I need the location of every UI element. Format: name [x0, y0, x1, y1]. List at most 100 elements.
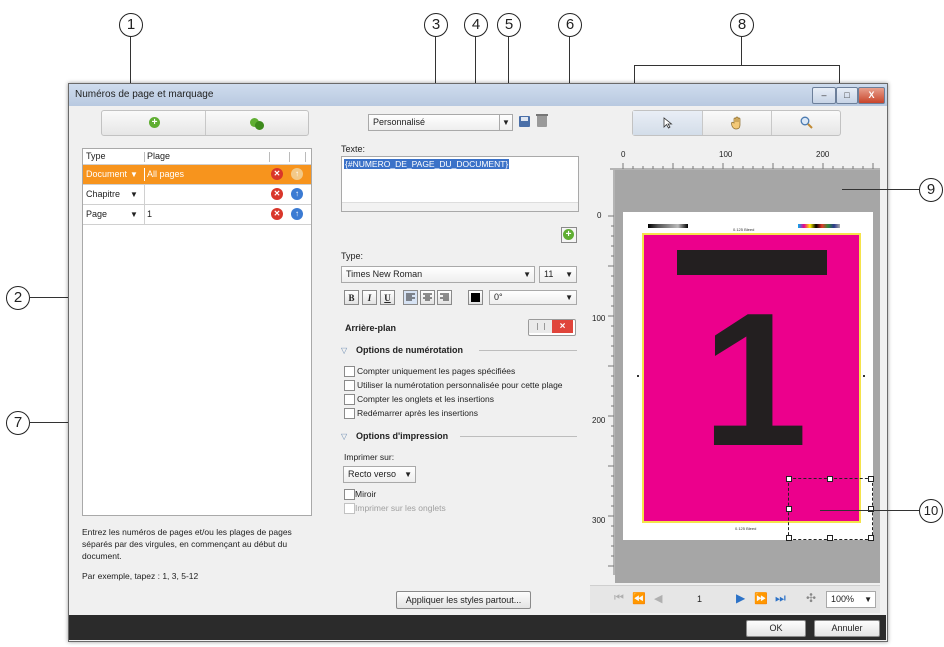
- callout-7: 7: [6, 411, 30, 435]
- callout-3: 3: [424, 13, 448, 37]
- italic-button[interactable]: I: [362, 290, 377, 305]
- dialog-footer: OK Annuler: [69, 615, 886, 640]
- horizontal-scrollbar[interactable]: [342, 202, 578, 211]
- resize-handle[interactable]: [868, 535, 874, 541]
- collapse-icon[interactable]: ▽: [341, 432, 347, 441]
- previous-page-icon: ◀: [654, 593, 663, 605]
- leader-line: [741, 37, 742, 65]
- fit-icon[interactable]: ✣: [806, 591, 816, 605]
- help-text: document.: [82, 551, 122, 561]
- table-row[interactable]: Document ▼ All pages ✕ ↑: [83, 164, 311, 184]
- text-field[interactable]: {#NUMERO_DE_PAGE_DU_DOCUMENT}: [341, 156, 579, 212]
- horizontal-ruler: [610, 163, 880, 170]
- maximize-button[interactable]: □: [836, 87, 858, 104]
- crop-mark-label: 0.125 Bleed: [735, 526, 757, 531]
- resize-handle[interactable]: [786, 476, 792, 482]
- font-size-select[interactable]: 11 ▼: [539, 266, 577, 283]
- cancel-button[interactable]: Annuler: [814, 620, 880, 637]
- chevron-down-icon[interactable]: ▼: [499, 115, 512, 130]
- current-page[interactable]: 1: [697, 594, 702, 604]
- save-icon[interactable]: [519, 116, 530, 127]
- count-tabs-checkbox[interactable]: [344, 394, 355, 405]
- mirror-checkbox[interactable]: [344, 489, 355, 500]
- close-icon: ×: [552, 320, 573, 333]
- chevron-down-icon[interactable]: ▼: [130, 165, 138, 184]
- zoom-tool-button[interactable]: [772, 111, 840, 135]
- background-toggle[interactable]: ×: [528, 319, 576, 336]
- row-type[interactable]: Document: [86, 165, 127, 184]
- chevron-down-icon[interactable]: ▼: [404, 467, 412, 482]
- checkbox-label: Compter uniquement les pages spécifiées: [357, 366, 516, 376]
- resize-handle[interactable]: [868, 476, 874, 482]
- collapse-icon[interactable]: ▽: [341, 346, 347, 355]
- zoom-select[interactable]: 100% ▼: [826, 591, 876, 608]
- color-bar: [648, 224, 688, 228]
- add-range-button[interactable]: +: [102, 111, 206, 135]
- align-left-button[interactable]: [403, 290, 418, 305]
- apply-styles-button[interactable]: Appliquer les styles partout...: [396, 591, 531, 609]
- trash-icon[interactable]: [536, 114, 548, 127]
- chevron-down-icon[interactable]: ▼: [130, 205, 138, 224]
- column-header-type: Type: [86, 151, 106, 161]
- bold-button[interactable]: B: [344, 290, 359, 305]
- delete-icon[interactable]: ✕: [271, 168, 283, 180]
- preset-select[interactable]: Personnalisé ▼: [368, 114, 513, 131]
- row-range[interactable]: 1: [147, 205, 152, 224]
- chevron-down-icon[interactable]: ▼: [523, 267, 531, 282]
- font-family-select[interactable]: Times New Roman ▼: [341, 266, 535, 283]
- align-right-button[interactable]: [437, 290, 452, 305]
- align-center-button[interactable]: [420, 290, 435, 305]
- chevron-down-icon[interactable]: ▼: [130, 185, 138, 204]
- chevron-down-icon[interactable]: ▼: [565, 267, 573, 282]
- divider: [479, 350, 577, 351]
- row-type[interactable]: Chapitre: [86, 185, 120, 204]
- divider: [460, 436, 577, 437]
- leader-line: [634, 65, 839, 66]
- duplicate-range-button[interactable]: [206, 111, 308, 135]
- underline-button[interactable]: U: [380, 290, 395, 305]
- arrow-up-icon[interactable]: ↑: [291, 188, 303, 200]
- chevron-down-icon[interactable]: ▼: [565, 291, 573, 304]
- delete-icon[interactable]: ✕: [271, 208, 283, 220]
- custom-numbering-checkbox[interactable]: [344, 380, 355, 391]
- sheet: 0.125 Bleed 1 0.125 Bleed: [623, 212, 874, 541]
- chevron-down-icon[interactable]: ▼: [864, 592, 872, 607]
- resize-handle[interactable]: [827, 535, 833, 541]
- font-type-label: Type:: [341, 251, 364, 261]
- table-row[interactable]: Chapitre ▼ ✕ ↑: [83, 184, 311, 204]
- close-button[interactable]: X: [858, 87, 885, 104]
- count-specified-pages-checkbox[interactable]: [344, 366, 355, 377]
- pan-tool-button[interactable]: [703, 111, 772, 135]
- print-on-select[interactable]: Recto verso ▼: [343, 466, 416, 483]
- add-icon: +: [563, 229, 574, 240]
- callout-9: 9: [919, 178, 943, 202]
- row-type[interactable]: Page: [86, 205, 107, 224]
- leader-line: [820, 510, 919, 511]
- ruler-label: 200: [592, 416, 606, 425]
- table-row[interactable]: Page ▼ 1 ✕ ↑: [83, 204, 311, 225]
- color-picker[interactable]: [468, 290, 483, 305]
- rotation-select[interactable]: 0° ▼: [489, 290, 577, 305]
- ruler-label: 0: [621, 150, 626, 159]
- resize-handle[interactable]: [868, 506, 874, 512]
- ruler-label: 300: [592, 516, 606, 525]
- checkbox-label: Redémarrer après les insertions: [357, 408, 478, 418]
- resize-handle[interactable]: [786, 535, 792, 541]
- last-page-icon[interactable]: ⏭: [775, 591, 786, 606]
- checkbox-label: Imprimer sur les onglets: [355, 503, 446, 513]
- print-options-title: Options d'impression: [356, 431, 449, 441]
- minimize-button[interactable]: –: [812, 87, 836, 104]
- ok-button[interactable]: OK: [746, 620, 806, 637]
- row-range[interactable]: All pages: [147, 165, 184, 184]
- resize-handle[interactable]: [827, 476, 833, 482]
- page-number-frame[interactable]: [786, 476, 874, 541]
- help-example: Par exemple, tapez : 1, 3, 5-12: [82, 571, 199, 581]
- ruler-label: 0: [597, 211, 602, 220]
- next-page-icon[interactable]: ▶: [736, 591, 745, 605]
- restart-after-inserts-checkbox[interactable]: [344, 408, 355, 419]
- resize-handle[interactable]: [786, 506, 792, 512]
- insert-variable-button[interactable]: +: [561, 227, 577, 243]
- select-tool-button[interactable]: [633, 111, 703, 135]
- delete-icon[interactable]: ✕: [271, 188, 283, 200]
- arrow-up-icon[interactable]: ↑: [291, 208, 303, 220]
